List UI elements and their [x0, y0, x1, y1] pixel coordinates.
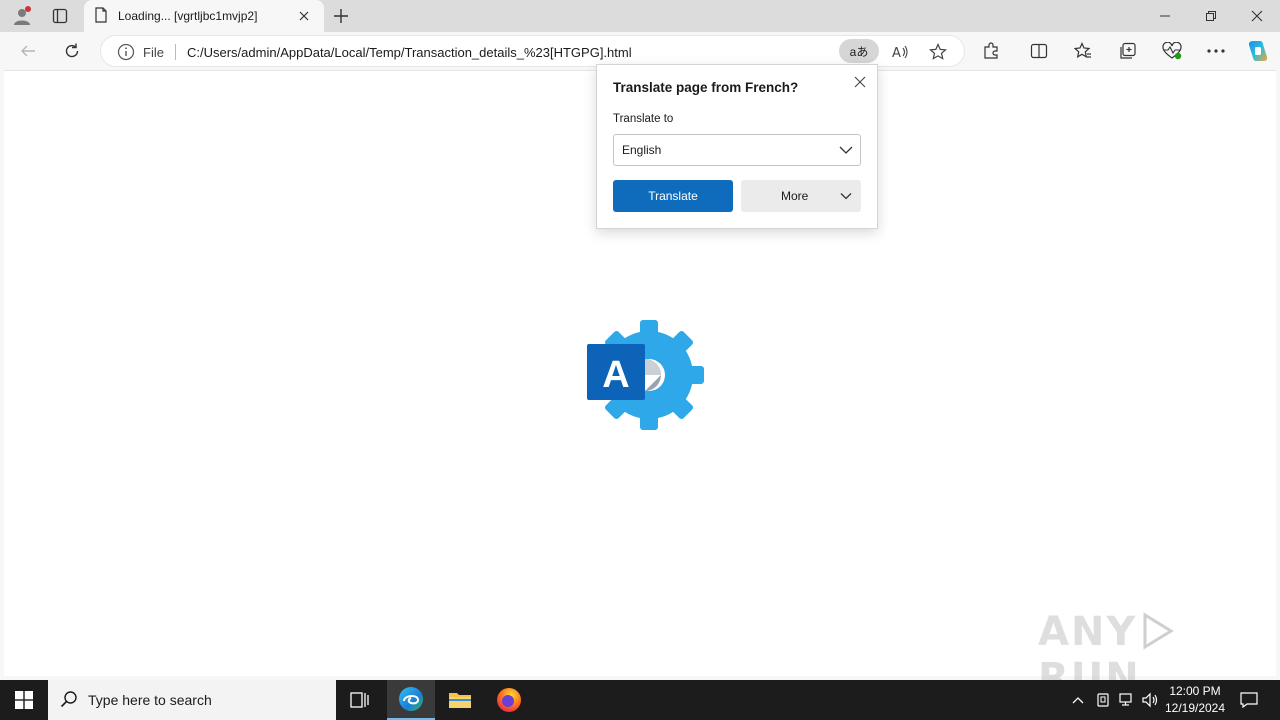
clock-date: 12/19/2024	[1164, 701, 1226, 715]
chevron-up-icon[interactable]	[1068, 690, 1088, 710]
settings-more-icon[interactable]	[1201, 37, 1231, 65]
back-icon[interactable]	[13, 37, 43, 65]
extensions-icon[interactable]	[976, 37, 1006, 65]
watermark-left: ANY	[1038, 609, 1138, 655]
translate-button[interactable]: Translate	[613, 180, 733, 212]
tray-device-icon[interactable]	[1093, 690, 1113, 710]
translate-icon[interactable]: aあ	[839, 39, 879, 63]
browser-essentials-icon[interactable]	[1157, 37, 1187, 65]
search-placeholder: Type here to search	[88, 692, 212, 708]
volume-icon[interactable]	[1141, 690, 1161, 710]
copilot-icon[interactable]	[1243, 37, 1273, 65]
watermark-play-icon	[1137, 609, 1177, 655]
tab-actions-icon[interactable]	[46, 4, 74, 28]
notifications-icon[interactable]	[1234, 680, 1264, 720]
firefox-icon[interactable]	[485, 680, 533, 720]
collections-icon[interactable]	[1113, 37, 1143, 65]
logo-letter: A	[602, 354, 629, 396]
chevron-down-icon	[839, 189, 853, 203]
clock-time: 12:00 PM	[1169, 684, 1221, 698]
windows-start-icon[interactable]	[0, 680, 48, 720]
favorite-star-icon[interactable]	[927, 41, 949, 63]
svg-text:A: A	[892, 46, 901, 61]
favorites-icon[interactable]	[1068, 37, 1098, 65]
more-button[interactable]: More	[741, 180, 861, 212]
file-explorer-icon[interactable]	[436, 680, 484, 720]
task-view-icon[interactable]	[336, 680, 384, 720]
address-bar[interactable]: File C:/Users/admin/AppData/Local/Temp/T…	[100, 35, 965, 67]
restore-icon[interactable]	[1188, 0, 1234, 32]
chevron-down-icon	[838, 142, 854, 158]
tab-close-icon[interactable]	[294, 6, 314, 26]
search-icon	[60, 690, 78, 711]
taskbar-search[interactable]: Type here to search	[48, 680, 336, 720]
taskbar: Type here to search 12:00 PM 12/19/2024	[0, 680, 1280, 720]
language-select[interactable]: English	[613, 134, 861, 166]
read-aloud-icon[interactable]: A	[889, 41, 911, 63]
refresh-icon[interactable]	[57, 37, 87, 65]
profile-icon[interactable]	[8, 4, 36, 28]
selected-language: English	[622, 143, 662, 157]
app-logo-icon: A	[581, 319, 705, 431]
close-icon[interactable]	[851, 73, 869, 91]
minimize-icon[interactable]	[1142, 0, 1188, 32]
tab-title: Loading... [vgrtljbc1mvjp2]	[118, 9, 258, 23]
tab-active[interactable]: Loading... [vgrtljbc1mvjp2]	[84, 0, 324, 32]
title-bar: Loading... [vgrtljbc1mvjp2]	[0, 0, 1280, 32]
address-divider	[175, 44, 176, 60]
more-button-label: More	[781, 189, 809, 203]
info-icon[interactable]	[117, 43, 135, 61]
translate-to-label: Translate to	[613, 113, 674, 125]
url-text[interactable]: C:/Users/admin/AppData/Local/Temp/Transa…	[187, 45, 632, 60]
edge-taskbar-icon[interactable]	[387, 680, 435, 720]
scheme-label: File	[143, 45, 164, 60]
system-clock[interactable]: 12:00 PM 12/19/2024	[1160, 683, 1230, 717]
split-screen-icon[interactable]	[1024, 37, 1054, 65]
new-tab-icon[interactable]	[328, 4, 354, 28]
close-window-icon[interactable]	[1234, 0, 1280, 32]
popup-title: Translate page from French?	[613, 80, 799, 95]
page-icon	[94, 6, 108, 26]
translate-popup: Translate page from French? Translate to…	[596, 64, 878, 229]
network-icon[interactable]	[1117, 690, 1137, 710]
